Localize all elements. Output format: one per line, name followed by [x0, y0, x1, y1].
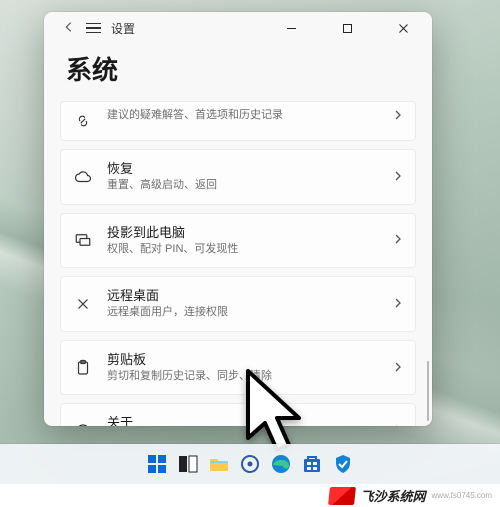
info-icon [73, 422, 93, 426]
chevron-right-icon [393, 107, 403, 125]
page-title: 系统 [66, 50, 410, 87]
remote-icon [73, 295, 93, 313]
settings-item-remote-desktop[interactable]: 远程桌面 远程桌面用户，连接权限 [60, 276, 416, 332]
menu-button[interactable] [86, 23, 101, 34]
cloud-icon [73, 168, 93, 186]
settings-window: 设置 系统 建议的疑难解答、首选项和历史记录 [44, 12, 432, 426]
settings-item-recovery[interactable]: 恢复 重置、高级启动、返回 [60, 149, 416, 205]
chevron-right-icon [393, 359, 403, 377]
titlebar: 设置 [44, 12, 432, 44]
brand-url: www.fs0745.com [432, 491, 492, 500]
security-button[interactable] [331, 452, 355, 476]
item-title: 远程桌面 [107, 287, 379, 305]
start-button[interactable] [145, 452, 169, 476]
item-subtitle: 剪切和复制历史记录、同步、清除 [107, 369, 379, 384]
settings-item-troubleshoot[interactable]: 建议的疑难解答、首选项和历史记录 [60, 101, 416, 141]
settings-list: 建议的疑难解答、首选项和历史记录 恢复 重置、高级启动、返回 投影到此电脑 权限… [44, 101, 432, 426]
window-title: 设置 [111, 20, 135, 37]
settings-item-about[interactable]: 关于 设备规格、重命名电脑、Wind 规格 [60, 403, 416, 426]
watermark-bar: 飞沙系统网 www.fs0745.com [0, 484, 500, 507]
chevron-right-icon [393, 231, 403, 249]
brand-text: 飞沙系统网 [361, 486, 426, 505]
back-button[interactable] [62, 20, 76, 37]
maximize-button[interactable] [324, 12, 370, 44]
taskbar [0, 444, 500, 484]
page-header: 系统 [44, 44, 432, 101]
store-button[interactable] [300, 452, 324, 476]
item-subtitle: 远程桌面用户，连接权限 [107, 305, 379, 320]
taskview-button[interactable] [176, 452, 200, 476]
settings-button[interactable] [238, 452, 262, 476]
chevron-right-icon [393, 422, 403, 426]
item-title: 恢复 [107, 160, 379, 178]
minimize-button[interactable] [268, 12, 314, 44]
brand-flag-icon [328, 487, 356, 505]
link-icon [73, 112, 93, 130]
item-title: 剪贴板 [107, 351, 379, 369]
edge-button[interactable] [269, 452, 293, 476]
item-subtitle: 权限、配对 PIN、可发现性 [107, 242, 379, 257]
settings-item-clipboard[interactable]: 剪贴板 剪切和复制历史记录、同步、清除 [60, 340, 416, 396]
settings-item-project[interactable]: 投影到此电脑 权限、配对 PIN、可发现性 [60, 213, 416, 269]
chevron-right-icon [393, 168, 403, 186]
item-title: 关于 [107, 414, 379, 426]
scrollbar-thumb[interactable] [427, 361, 429, 421]
clipboard-icon [73, 359, 93, 377]
item-subtitle: 建议的疑难解答、首选项和历史记录 [107, 108, 379, 123]
chevron-right-icon [393, 295, 403, 313]
item-title: 投影到此电脑 [107, 224, 379, 242]
item-subtitle: 重置、高级启动、返回 [107, 178, 379, 193]
close-button[interactable] [380, 12, 426, 44]
cast-icon [73, 231, 93, 249]
explorer-button[interactable] [207, 452, 231, 476]
